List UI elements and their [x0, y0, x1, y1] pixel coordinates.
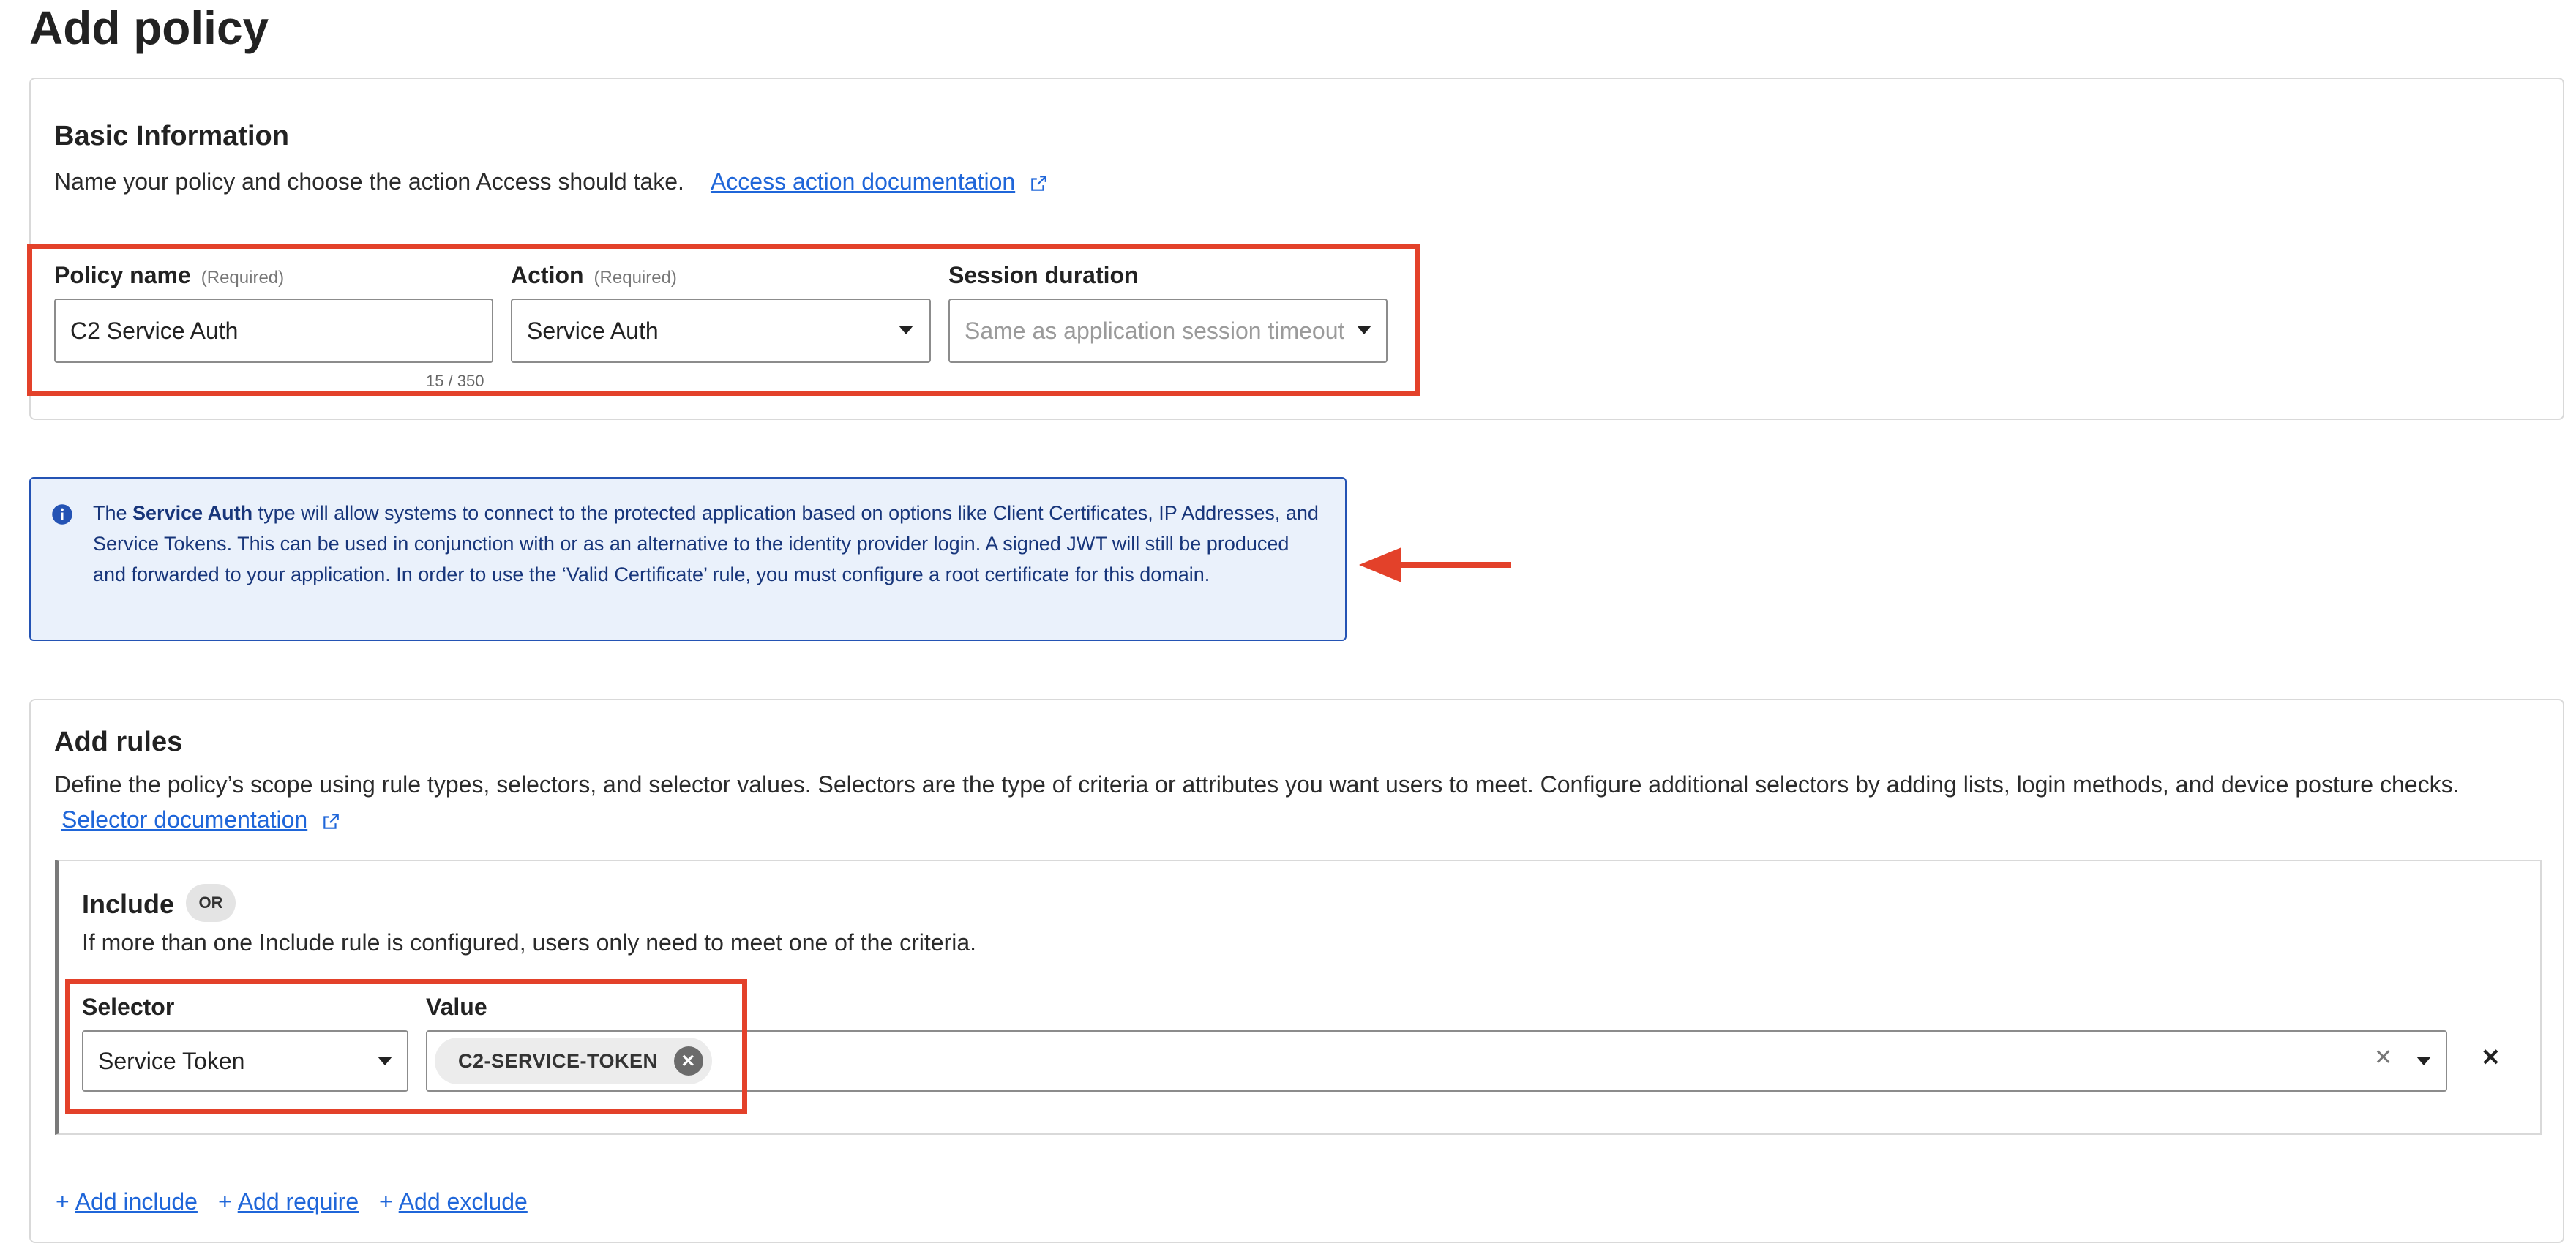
arrow-left-icon — [1359, 547, 1511, 582]
info-body: type will allow systems to connect to th… — [93, 502, 1319, 585]
add-require-label: Add require — [237, 1188, 359, 1215]
selector-doc-link[interactable]: Selector documentation — [61, 806, 307, 833]
remove-rule-icon[interactable]: ✕ — [2481, 1043, 2501, 1071]
add-exclude-label: Add exclude — [398, 1188, 528, 1215]
service-auth-info-text: The Service Auth type will allow systems… — [93, 498, 1322, 590]
clear-icon[interactable]: ✕ — [2374, 1045, 2392, 1070]
annotation-highlight-policy-fields — [27, 244, 1420, 396]
add-rules-title: Add rules — [54, 727, 183, 757]
include-title: Include — [82, 889, 175, 919]
include-description: If more than one Include rule is configu… — [82, 929, 977, 956]
access-action-doc-link[interactable]: Access action documentation — [711, 168, 1015, 195]
chevron-down-icon[interactable] — [2416, 1057, 2431, 1065]
plus-icon: + — [56, 1188, 70, 1215]
add-rules-description: Define the policy’s scope using rule typ… — [54, 771, 2460, 798]
add-exclude-link[interactable]: + Add exclude — [379, 1187, 528, 1216]
annotation-highlight-selector-value — [65, 979, 747, 1114]
add-include-link[interactable]: + Add include — [56, 1187, 198, 1216]
plus-icon: + — [218, 1188, 232, 1215]
info-icon — [52, 504, 72, 525]
service-auth-info-box: The Service Auth type will allow systems… — [29, 477, 1347, 641]
page-title: Add policy — [29, 1, 269, 54]
external-link-icon — [1031, 175, 1046, 191]
plus-icon: + — [379, 1188, 393, 1215]
add-include-label: Add include — [75, 1188, 198, 1215]
basic-information-description-text: Name your policy and choose the action A… — [54, 168, 684, 195]
selector-doc-row: Selector documentation — [61, 805, 340, 834]
info-bold: Service Auth — [132, 502, 253, 524]
info-prefix: The — [93, 502, 133, 524]
or-badge: OR — [186, 884, 236, 922]
basic-information-description: Name your policy and choose the action A… — [54, 167, 1048, 196]
add-require-link[interactable]: + Add require — [218, 1187, 359, 1216]
basic-information-title: Basic Information — [54, 121, 289, 151]
external-link-icon — [323, 813, 339, 829]
